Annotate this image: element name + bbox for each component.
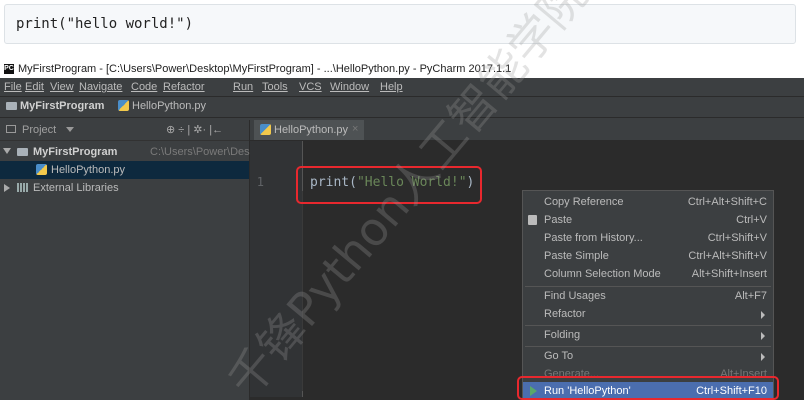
menu-item-label: Refactor [544, 308, 586, 320]
tree-row-hellopython[interactable]: HelloPython.py [0, 161, 249, 179]
close-tab-icon[interactable]: × [352, 123, 358, 135]
menu-tools[interactable]: Tools [262, 81, 288, 93]
window-title: MyFirstProgram - [C:\Users\Power\Desktop… [18, 63, 512, 75]
menu-navigate[interactable]: Navigate [79, 81, 122, 93]
tab-label: HelloPython.py [274, 124, 348, 136]
submenu-arrow-icon [761, 311, 765, 319]
menu-help[interactable]: Help [380, 81, 403, 93]
menu-item-find-usages[interactable]: Find Usages Alt+F7 [523, 287, 773, 305]
pycharm-app-icon: PC [4, 64, 14, 74]
menu-vcs[interactable]: VCS [299, 81, 322, 93]
menu-refactor[interactable]: Refactor [163, 81, 205, 93]
indent-guide [302, 191, 303, 391]
title-bar: PC MyFirstProgram - [C:\Users\Power\Desk… [0, 60, 804, 78]
menu-item-shortcut: Ctrl+Alt+Shift+V [688, 250, 767, 262]
code-snippet-text: print("hello world!") [16, 16, 194, 32]
tree-row-external-libraries[interactable]: External Libraries [0, 179, 249, 197]
collapse-arrow-icon[interactable] [4, 184, 10, 192]
menu-item-label: Go To [544, 350, 574, 362]
chevron-down-icon[interactable] [66, 127, 74, 132]
folder-icon [6, 102, 17, 110]
python-file-icon [118, 100, 129, 111]
code-highlight-box [296, 166, 482, 204]
menu-item-shortcut: Ctrl+Shift+V [707, 232, 767, 244]
project-root-name: MyFirstProgram [33, 146, 118, 158]
python-file-icon [260, 124, 271, 135]
line-number: 1 [256, 175, 264, 189]
submenu-arrow-icon [761, 332, 765, 340]
context-menu: Copy Reference Ctrl+Alt+Shift+C Paste Ct… [522, 190, 774, 400]
editor-tab-bar: HelloPython.py × [250, 120, 804, 141]
menu-item-column-selection[interactable]: Column Selection Mode Alt+Shift+Insert [523, 265, 773, 283]
menu-item-paste[interactable]: Paste Ctrl+V [523, 211, 773, 229]
menu-code[interactable]: Code [131, 81, 157, 93]
breadcrumb-project[interactable]: MyFirstProgram [20, 100, 104, 112]
menu-item-copy-reference[interactable]: Copy Reference Ctrl+Alt+Shift+C [523, 193, 773, 211]
menu-item-label: Column Selection Mode [544, 268, 661, 280]
menu-item-shortcut: Ctrl+V [736, 214, 767, 226]
menu-item-label: Folding [544, 329, 581, 341]
menu-item-refactor[interactable]: Refactor [523, 305, 773, 323]
menu-run[interactable]: Run [233, 81, 253, 93]
menu-file[interactable]: File [4, 81, 22, 93]
project-panel-header: Project ⊕ ÷ | ✲· |← [0, 120, 249, 141]
expand-arrow-icon[interactable] [3, 148, 11, 154]
menu-bar: File Edit View Navigate Code Refactor Ru… [0, 78, 804, 97]
project-view-icon [6, 125, 16, 133]
project-view-selector[interactable]: Project [22, 124, 56, 136]
panel-toolbar-icons[interactable]: ⊕ ÷ | ✲· |← [166, 123, 223, 136]
menu-item-label: Copy Reference [544, 196, 624, 208]
menu-item-label: Paste from History... [544, 232, 643, 244]
menu-item-go-to[interactable]: Go To [523, 347, 773, 365]
project-panel: Project ⊕ ÷ | ✲· |← MyFirstProgram C:\Us… [0, 120, 273, 400]
tree-file-label: HelloPython.py [51, 164, 125, 176]
paste-icon [528, 215, 537, 225]
code-snippet-block: print("hello world!") [4, 4, 796, 44]
menu-item-label: Paste [544, 214, 573, 226]
menu-item-paste-simple[interactable]: Paste Simple Ctrl+Alt+Shift+V [523, 247, 773, 265]
menu-item-shortcut: Alt+F7 [734, 290, 767, 302]
tree-external-label: External Libraries [33, 182, 119, 194]
tree-row-project-root[interactable]: MyFirstProgram C:\Users\Power\Desktop\ [0, 143, 273, 161]
submenu-arrow-icon [761, 353, 765, 361]
menu-item-shortcut: Alt+Shift+Insert [691, 268, 767, 280]
folder-icon [17, 148, 28, 156]
menu-item-shortcut: Ctrl+Alt+Shift+C [687, 196, 767, 208]
menu-window[interactable]: Window [330, 81, 369, 93]
menu-view[interactable]: View [50, 81, 74, 93]
library-icon [17, 183, 28, 192]
menu-edit[interactable]: Edit [25, 81, 44, 93]
python-file-icon [36, 164, 47, 175]
tab-hellopython[interactable]: HelloPython.py × [254, 120, 364, 140]
menu-item-folding[interactable]: Folding [523, 326, 773, 344]
menu-item-label: Paste Simple [544, 250, 609, 262]
breadcrumb-file[interactable]: HelloPython.py [132, 100, 206, 112]
navigation-bar: MyFirstProgram HelloPython.py [0, 97, 804, 118]
menu-item-paste-history[interactable]: Paste from History... Ctrl+Shift+V [523, 229, 773, 247]
run-highlight-box [517, 376, 779, 400]
menu-item-label: Find Usages [544, 290, 606, 302]
